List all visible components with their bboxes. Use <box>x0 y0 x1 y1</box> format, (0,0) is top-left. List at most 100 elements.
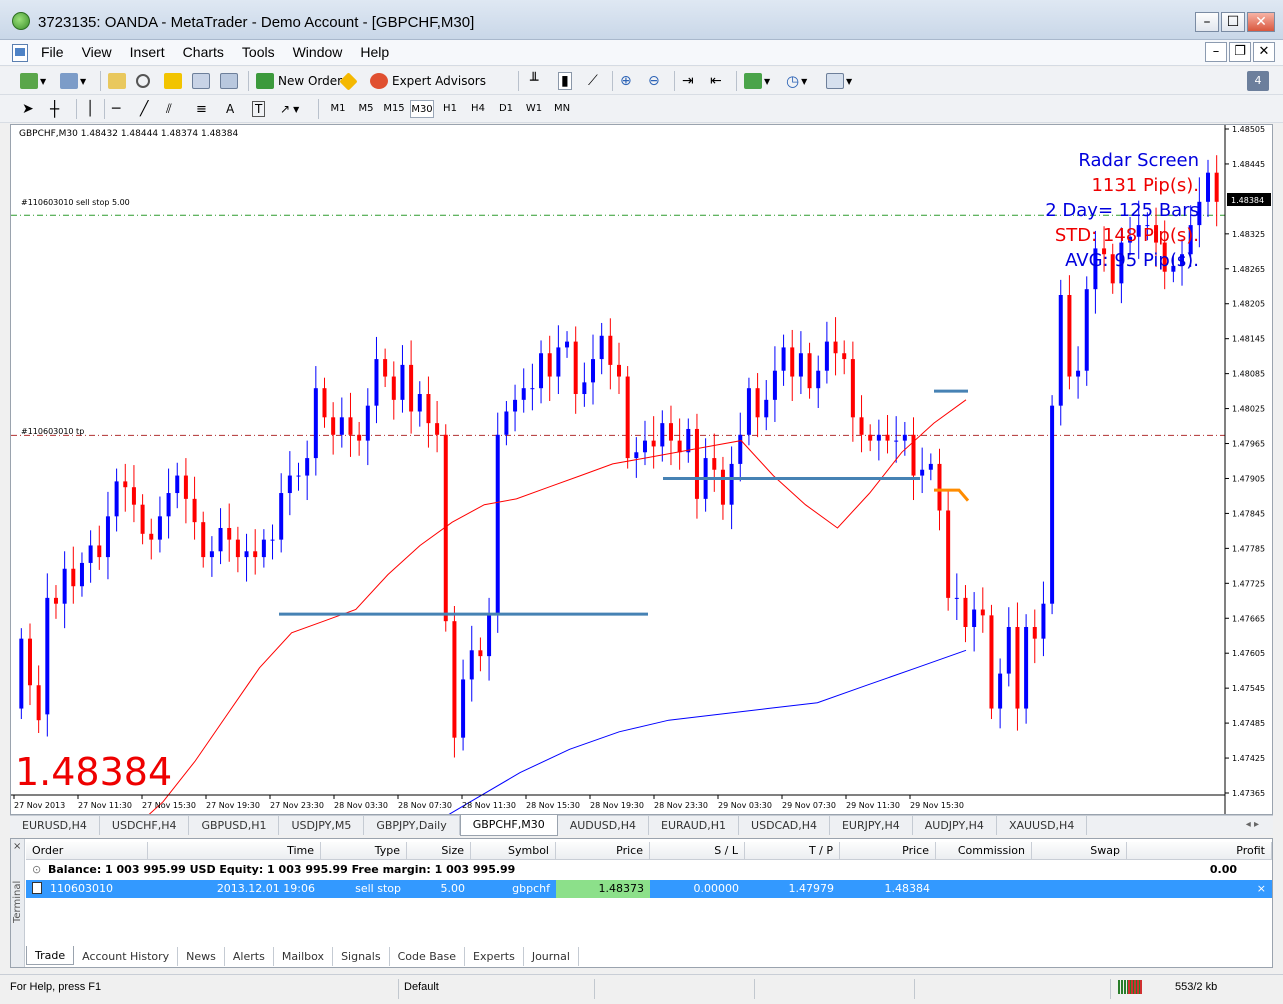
chart-tab-eurjpy-h4[interactable]: EURJPY,H4 <box>830 816 913 835</box>
tab-scroll-arrows[interactable]: ◂ ▸ <box>1246 819 1259 830</box>
tf-m5[interactable]: M5 <box>354 100 378 118</box>
chart-tab-gbpjpy-daily[interactable]: GBPJPY,Daily <box>364 816 460 835</box>
col-tp[interactable]: T / P <box>745 842 840 860</box>
chart-tab-euraud-h1[interactable]: EURAUD,H1 <box>649 816 740 835</box>
chart-tab-eurusd-h4[interactable]: EURUSD,H4 <box>10 816 100 835</box>
terminal-tab-signals[interactable]: Signals <box>333 947 390 966</box>
menu-insert[interactable]: Insert <box>130 44 165 60</box>
line-chart-button[interactable]: ⟋ <box>588 71 598 91</box>
horizontal-line-tool[interactable]: ─ <box>112 99 120 119</box>
col-symbol[interactable]: Symbol <box>471 842 556 860</box>
title-bar: 3723135: OANDA - MetaTrader - Demo Accou… <box>0 0 1283 40</box>
chart-tab-audjpy-h4[interactable]: AUDJPY,H4 <box>913 816 997 835</box>
candlestick-chart-button[interactable]: ▮ <box>558 71 572 91</box>
terminal-tab-trade[interactable]: Trade <box>26 946 75 965</box>
tf-m30[interactable]: M30 <box>410 100 434 118</box>
minimize-button[interactable]: – <box>1195 12 1219 32</box>
menu-view[interactable]: View <box>82 44 112 60</box>
document-icon[interactable] <box>12 44 28 62</box>
chart-window[interactable]: 1.48505 1.48445 1.48325 1.48265 1.48205 1.481… <box>10 124 1273 815</box>
chart-tab-usdcad-h4[interactable]: USDCAD,H4 <box>739 816 830 835</box>
trendline-tool[interactable]: ╱ <box>140 99 148 119</box>
tf-m15[interactable]: M15 <box>382 100 406 118</box>
tf-mn[interactable]: MN <box>550 100 574 118</box>
text-tool[interactable]: A <box>226 99 234 119</box>
maximize-button[interactable]: ☐ <box>1221 12 1245 32</box>
status-profile: Default <box>404 981 439 993</box>
tester-button[interactable] <box>220 71 238 91</box>
child-minimize-button[interactable]: – <box>1205 42 1227 62</box>
col-sl[interactable]: S / L <box>650 842 745 860</box>
menu-charts[interactable]: Charts <box>183 44 224 60</box>
menu-help[interactable]: Help <box>360 44 389 60</box>
metaeditor-button[interactable] <box>339 71 358 91</box>
arrows-tool[interactable]: ↗ ▼ <box>280 99 299 119</box>
market-watch-button[interactable] <box>108 71 126 91</box>
child-close-button[interactable]: ✕ <box>1253 42 1275 62</box>
new-chart-button[interactable]: ▼ <box>20 71 46 91</box>
order-row[interactable]: 110603010 2013.12.01 19:06 sell stop 5.0… <box>26 880 1272 898</box>
chart-shift-button[interactable]: ⇤ <box>710 71 722 91</box>
tf-h4[interactable]: H4 <box>466 100 490 118</box>
indicators-button[interactable]: ▼ <box>744 71 770 91</box>
col-cur-price[interactable]: Price <box>840 842 936 860</box>
navigator-button[interactable] <box>164 71 182 91</box>
tf-h1[interactable]: H1 <box>438 100 462 118</box>
col-price[interactable]: Price <box>556 842 650 860</box>
zoom-in-button[interactable]: ⊕ <box>620 71 632 91</box>
terminal-close-icon[interactable]: × <box>13 841 21 852</box>
chart-tab-gbpusd-h1[interactable]: GBPUSD,H1 <box>189 816 280 835</box>
order-id: 110603010 <box>50 882 113 895</box>
crosshair-tool[interactable]: ┼ <box>50 99 59 119</box>
candle-body <box>617 364 621 377</box>
zoom-out-button[interactable]: ⊖ <box>648 71 660 91</box>
tf-m1[interactable]: M1 <box>326 100 350 118</box>
channel-tool[interactable]: ⫽ <box>166 99 172 119</box>
col-commission[interactable]: Commission <box>936 842 1032 860</box>
terminal-button[interactable] <box>192 71 210 91</box>
menu-file[interactable]: File <box>41 44 64 60</box>
text-label-tool[interactable]: T <box>252 99 266 119</box>
bar-chart-button[interactable]: ╨ <box>530 71 538 91</box>
tf-d1[interactable]: D1 <box>494 100 518 118</box>
menu-tools[interactable]: Tools <box>242 44 275 60</box>
col-swap[interactable]: Swap <box>1032 842 1127 860</box>
child-restore-button[interactable]: ❐ <box>1229 42 1251 62</box>
profiles-button[interactable]: ▼ <box>60 71 86 91</box>
new-order-button[interactable]: New Order <box>256 71 342 91</box>
terminal-tab-news[interactable]: News <box>178 947 225 966</box>
col-time[interactable]: Time <box>148 842 321 860</box>
data-window-button[interactable] <box>136 71 150 91</box>
tf-w1[interactable]: W1 <box>522 100 546 118</box>
price-chart[interactable]: 1.48505 1.48445 1.48325 1.48265 1.48205 1.481… <box>11 125 1272 814</box>
order-tp: 1.47979 <box>788 882 835 895</box>
notifications-button[interactable]: 4 <box>1247 71 1269 91</box>
terminal-tab-journal[interactable]: Journal <box>524 947 579 966</box>
col-profit[interactable]: Profit <box>1127 842 1272 860</box>
expert-advisors-button[interactable]: Expert Advisors <box>370 71 486 91</box>
chart-tab-audusd-h4[interactable]: AUDUSD,H4 <box>558 816 650 835</box>
terminal-tab-account-history[interactable]: Account History <box>74 947 179 966</box>
col-type[interactable]: Type <box>321 842 407 860</box>
time-tick-label: 27 Nov 15:30 <box>142 801 196 810</box>
terminal-tab-experts[interactable]: Experts <box>465 947 524 966</box>
vertical-line-tool[interactable]: │ <box>86 99 94 119</box>
auto-scroll-button[interactable]: ⇥ <box>682 71 694 91</box>
order-close-icon[interactable]: × <box>1127 880 1272 898</box>
col-order[interactable]: Order <box>26 842 148 860</box>
terminal-tab-code-base[interactable]: Code Base <box>390 947 466 966</box>
chart-tab-gbpchf-m30[interactable]: GBPCHF,M30 <box>459 815 558 836</box>
terminal-tab-alerts[interactable]: Alerts <box>225 947 274 966</box>
chart-tab-usdjpy-m5[interactable]: USDJPY,M5 <box>279 816 365 835</box>
terminal-tab-mailbox[interactable]: Mailbox <box>274 947 334 966</box>
templates-button[interactable]: ▼ <box>826 71 852 91</box>
col-size[interactable]: Size <box>407 842 471 860</box>
periods-button[interactable]: ◷ ▼ <box>786 71 807 91</box>
menu-window[interactable]: Window <box>293 44 343 60</box>
chart-tab-usdchf-h4[interactable]: USDCHF,H4 <box>100 816 190 835</box>
close-button[interactable]: ✕ <box>1247 12 1275 32</box>
chart-tab-xauusd-h4[interactable]: XAUUSD,H4 <box>997 816 1088 835</box>
fibonacci-tool[interactable]: ≡ <box>196 99 207 119</box>
balance-row[interactable]: ⊙ Balance: 1 003 995.99 USD Equity: 1 00… <box>26 861 1272 879</box>
cursor-tool[interactable]: ➤ <box>22 99 34 119</box>
